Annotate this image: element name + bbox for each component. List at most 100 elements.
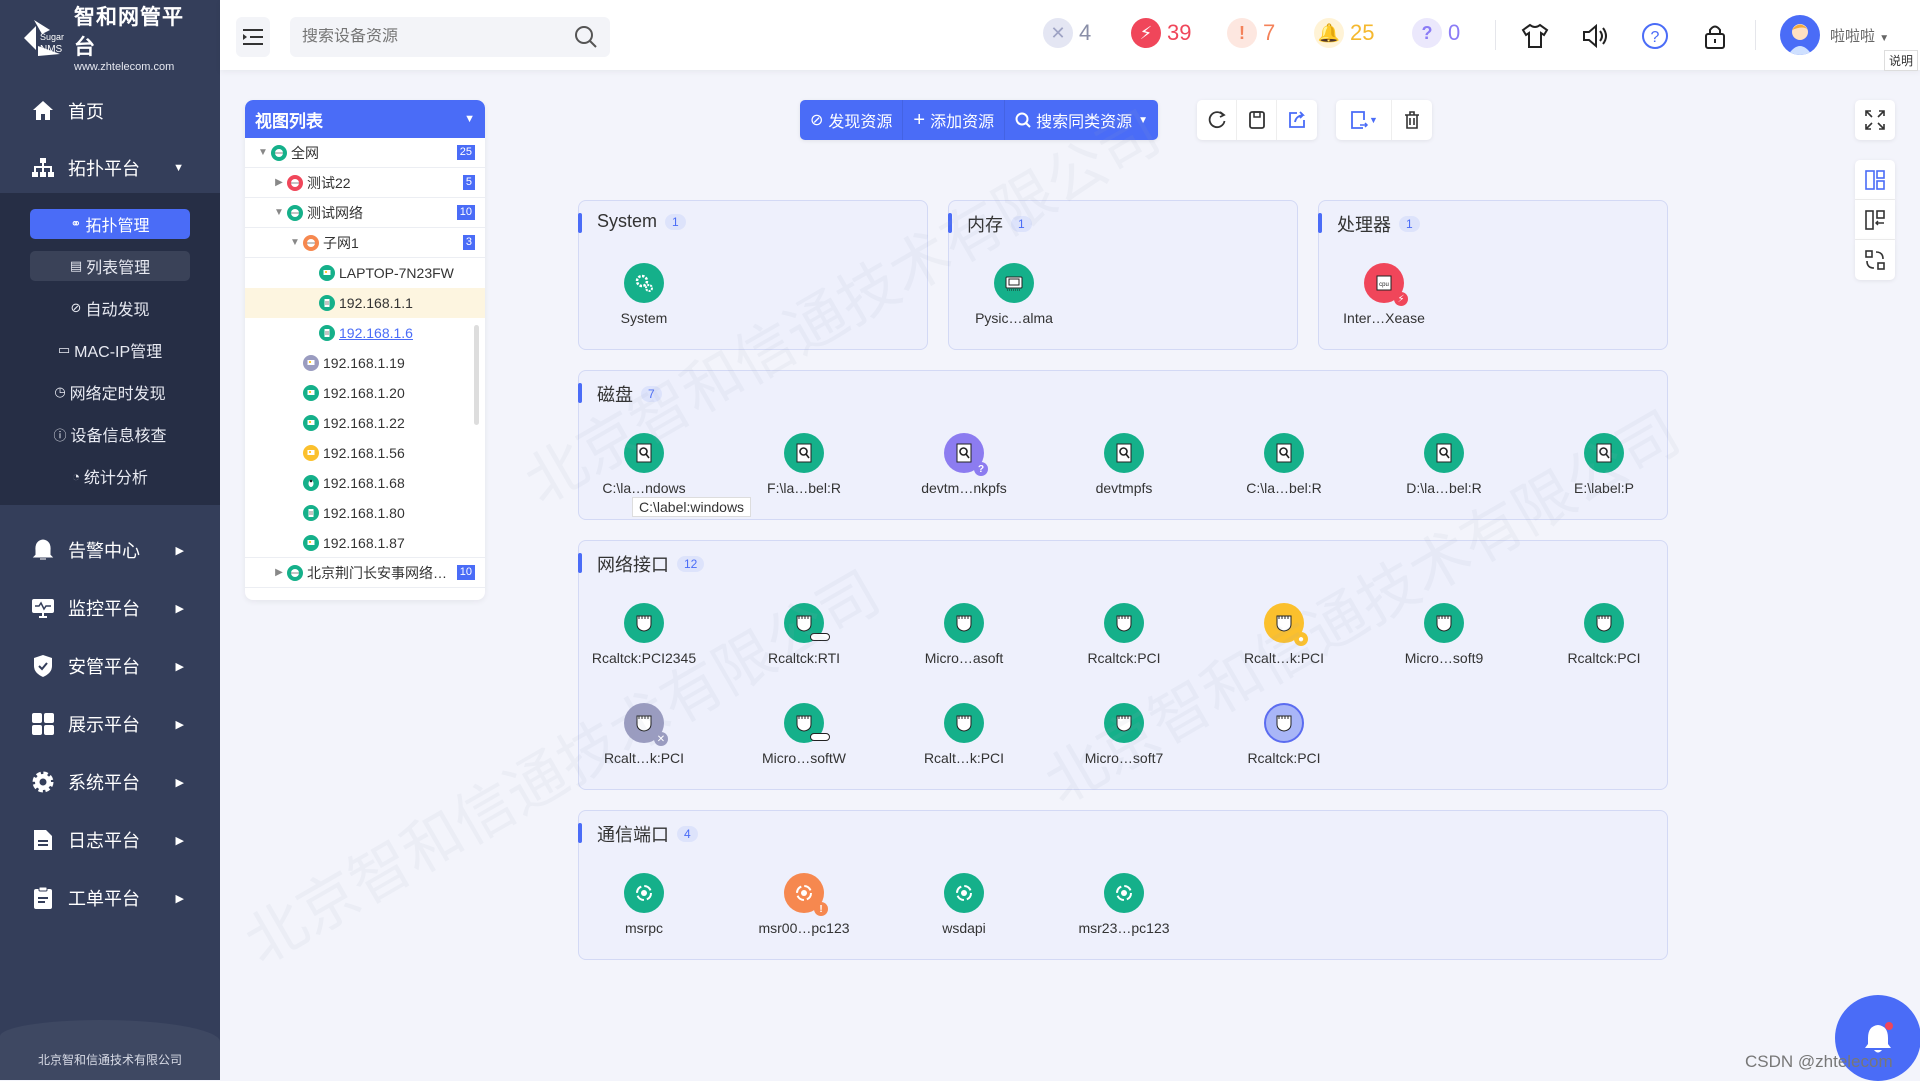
- sidebar-item-1[interactable]: 拓扑平台 ▼: [30, 148, 200, 188]
- tree-node[interactable]: 192.168.1.20: [245, 378, 485, 408]
- layout-grid-button[interactable]: [1855, 160, 1895, 200]
- resource-item[interactable]: Rcaltck:PCI2345: [564, 603, 724, 666]
- tree-node[interactable]: 192.168.1.1: [245, 288, 485, 318]
- tree-node[interactable]: ▼ 测试网络 10: [245, 198, 485, 228]
- resource-item[interactable]: System: [564, 263, 724, 326]
- sidebar-subitem-6[interactable]: ◔ 统计分析: [30, 461, 190, 491]
- resource-item-label: Rcaltck:PCI: [1087, 650, 1161, 666]
- sidebar-item-7[interactable]: 日志平台 ▶: [30, 820, 200, 860]
- caret-right-icon[interactable]: ▶: [271, 567, 287, 578]
- resource-item[interactable]: Micro…soft7: [1044, 703, 1204, 766]
- resource-item[interactable]: devtmpfs: [1044, 433, 1204, 496]
- sidebar-subitem-3[interactable]: ▭ MAC-IP管理: [30, 335, 190, 365]
- sidebar-item-2[interactable]: 告警中心 ▶: [30, 530, 200, 570]
- resource-item[interactable]: Rcaltck:PCI: [1204, 703, 1364, 766]
- caret-down-icon: ▼: [1879, 33, 1890, 44]
- search-icon[interactable]: [574, 25, 598, 49]
- tree-node[interactable]: ▼ 子网1 3: [245, 228, 485, 258]
- resource-item[interactable]: ? devtm…nkpfs: [884, 433, 1044, 496]
- tree-node[interactable]: 192.168.1.19: [245, 348, 485, 378]
- status-count-critical[interactable]: ⚡ 39: [1131, 18, 1191, 48]
- resource-item[interactable]: C:\la…bel:R: [1204, 433, 1364, 496]
- theme-skin-button[interactable]: [1519, 20, 1551, 52]
- tree-node[interactable]: 192.168.1.56: [245, 438, 485, 468]
- tree-node[interactable]: LAPTOP-7N23FW: [245, 258, 485, 288]
- discover-resource-button[interactable]: ⊘ 发现资源: [800, 100, 904, 140]
- resource-item[interactable]: D:\la…bel:R: [1364, 433, 1524, 496]
- svg-text:Sugar: Sugar: [40, 32, 64, 42]
- sidebar-subitem-1[interactable]: ▤ 列表管理: [30, 251, 190, 281]
- sidebar-item-6[interactable]: 系统平台 ▶: [30, 762, 200, 802]
- fullscreen-button[interactable]: [1855, 100, 1895, 140]
- sidebar-item-5[interactable]: 展示平台 ▶: [30, 704, 200, 744]
- resource-item[interactable]: ! msr00…pc123: [724, 873, 884, 936]
- avatar[interactable]: [1780, 15, 1820, 55]
- search-input[interactable]: [302, 28, 574, 46]
- resource-item[interactable]: Rcaltck:RTI: [724, 603, 884, 666]
- resource-item[interactable]: Micro…softW: [724, 703, 884, 766]
- resource-item[interactable]: Pysic…alma: [934, 263, 1094, 326]
- resource-item[interactable]: F:\la…bel:R: [724, 433, 884, 496]
- sidebar-subitem-5[interactable]: ⓘ 设备信息核查: [30, 419, 190, 449]
- sound-button[interactable]: [1579, 20, 1611, 52]
- refresh-button[interactable]: [1197, 100, 1237, 140]
- resource-item[interactable]: ✕ Rcalt…k:PCI: [564, 703, 724, 766]
- resource-item[interactable]: ● Rcalt…k:PCI: [1204, 603, 1364, 666]
- nic-resource-icon: [1264, 703, 1304, 743]
- status-count-warning[interactable]: 🔔 25: [1314, 18, 1374, 48]
- export-button[interactable]: [1277, 100, 1317, 140]
- tree-node[interactable]: 192.168.1.6: [245, 318, 485, 348]
- sidebar-item-0[interactable]: 首页: [30, 91, 200, 131]
- caret-down-icon[interactable]: ▼: [255, 147, 271, 158]
- resource-item[interactable]: wsdapi: [884, 873, 1044, 936]
- search-similar-button[interactable]: 搜索同类资源 ▼: [1005, 100, 1158, 140]
- memory-resource-icon: [994, 263, 1034, 303]
- sidebar-subitem-0[interactable]: ⚭ 拓扑管理: [30, 209, 190, 239]
- speaker-icon: [1583, 23, 1607, 49]
- save-button[interactable]: [1237, 100, 1277, 140]
- tree-node[interactable]: ▶ 测试22 5: [245, 168, 485, 198]
- tree-node[interactable]: ▼ 全网 25: [245, 138, 485, 168]
- layout-switch-button[interactable]: [1855, 200, 1895, 240]
- sidebar-subitem-4[interactable]: ◷ 网络定时发现: [30, 377, 190, 407]
- tree-node[interactable]: 192.168.1.22: [245, 408, 485, 438]
- tree-node[interactable]: 192.168.1.87: [245, 528, 485, 558]
- resource-item[interactable]: E:\label:P: [1524, 433, 1684, 496]
- disk-resource-icon: [1104, 433, 1144, 473]
- status-count-unknown[interactable]: ✕ 4: [1043, 18, 1091, 48]
- resource-item[interactable]: Micro…soft9: [1364, 603, 1524, 666]
- resource-item[interactable]: C:\la…ndows: [564, 433, 724, 496]
- sidebar-item-8[interactable]: 工单平台 ▶: [30, 878, 200, 918]
- help-button[interactable]: ?: [1639, 20, 1671, 52]
- collapse-sidebar-button[interactable]: [236, 17, 270, 57]
- sidebar-subitem-2[interactable]: ⊘ 自动发现: [30, 293, 190, 323]
- caret-down-icon[interactable]: ▼: [287, 237, 303, 248]
- tree-node[interactable]: 192.168.1.80: [245, 498, 485, 528]
- view-list-header[interactable]: 视图列表 ▼: [245, 100, 485, 138]
- resource-item[interactable]: Micro…asoft: [884, 603, 1044, 666]
- group-title-label: 通信端口: [597, 825, 669, 845]
- resource-item[interactable]: Rcaltck:PCI: [1524, 603, 1684, 666]
- add-resource-button[interactable]: + 添加资源: [903, 100, 1006, 140]
- caret-down-icon[interactable]: ▼: [271, 207, 287, 218]
- caret-right-icon[interactable]: ▶: [271, 177, 287, 188]
- rearrange-button[interactable]: [1855, 240, 1895, 280]
- resource-item[interactable]: cpu ⚡ Inter…Xease: [1304, 263, 1464, 326]
- sidebar-item-4[interactable]: 安管平台 ▶: [30, 646, 200, 686]
- status-count-question[interactable]: ? 0: [1412, 18, 1460, 48]
- tree-node[interactable]: ▶ 北京荆门长安事网络… 10: [245, 558, 485, 588]
- resource-item[interactable]: msr23…pc123: [1044, 873, 1204, 936]
- tree-scrollbar[interactable]: [474, 325, 479, 425]
- search-box: [290, 17, 610, 57]
- lock-screen-button[interactable]: [1699, 20, 1731, 52]
- tree-node[interactable]: 192.168.1.68: [245, 468, 485, 498]
- user-menu[interactable]: 啦啦啦 ▼: [1830, 25, 1889, 46]
- resource-item[interactable]: Rcaltck:PCI: [1044, 603, 1204, 666]
- resource-item[interactable]: msrpc: [564, 873, 724, 936]
- resource-item[interactable]: Rcalt…k:PCI: [884, 703, 1044, 766]
- save-as-button[interactable]: ▼: [1336, 100, 1392, 140]
- status-count-major[interactable]: ! 7: [1227, 18, 1275, 48]
- sidebar-item-3[interactable]: 监控平台 ▶: [30, 588, 200, 628]
- resource-item-label: Rcaltck:PCI: [1247, 750, 1321, 766]
- delete-button[interactable]: [1392, 100, 1432, 140]
